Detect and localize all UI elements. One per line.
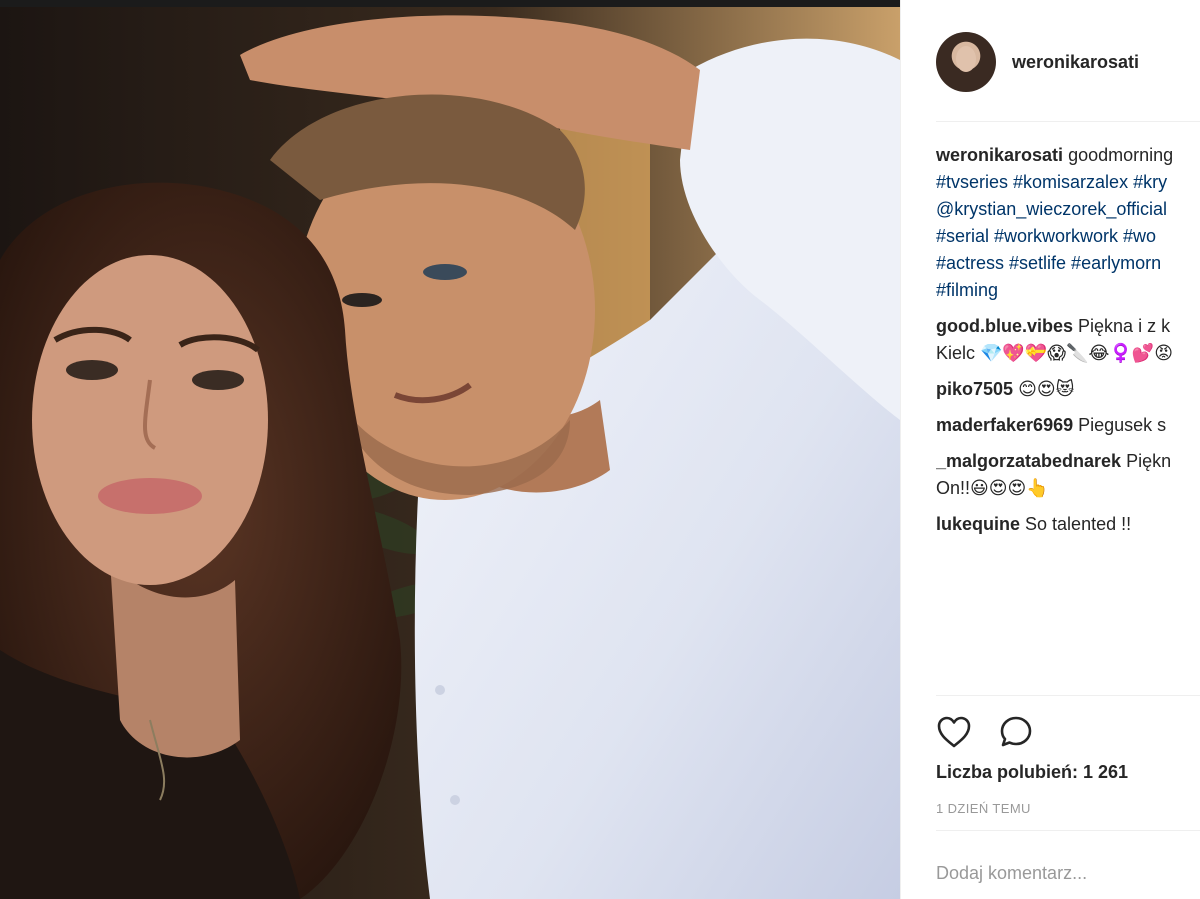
comment-item: lukequine So talented !!: [936, 511, 1200, 538]
caption-text: goodmorning: [1068, 145, 1174, 165]
comment-author-link[interactable]: good.blue.vibes: [936, 316, 1073, 336]
heart-icon: [937, 716, 971, 748]
post-side-panel: weronikarosati weronikarosati goodmornin…: [900, 0, 1200, 899]
post-actions: [936, 712, 1034, 752]
add-comment-input[interactable]: [936, 855, 1196, 891]
comment-item: maderfaker6969 Piegusek s: [936, 412, 1200, 439]
comment-text: Piękna i z k: [1078, 316, 1171, 336]
post-photo[interactable]: [0, 0, 900, 899]
post-timestamp: 1 DZIEŃ TEMU: [936, 801, 1031, 816]
comment-text: Piękn: [1126, 451, 1172, 471]
comment-text: Piegusek s: [1078, 415, 1167, 435]
caption: weronikarosati goodmorning #tvseries #ko…: [936, 142, 1200, 304]
caption-hashtags-line[interactable]: #tvseries #komisarzalex #kry: [936, 169, 1200, 196]
comment-item: piko7505 😊😍😻: [936, 376, 1200, 403]
avatar-face: [956, 46, 976, 72]
comment-item: good.blue.vibes Piękna i z k Kielc 💎💖💝😱🔪…: [936, 313, 1200, 367]
comment-text: So talented !!: [1025, 514, 1132, 534]
actions-divider: [936, 695, 1200, 696]
comment-text-continued: Kielc 💎💖💝😱🔪😂♀️💕😡: [936, 343, 1174, 363]
comment-text-continued: On!!😃😍😍👆: [936, 478, 1049, 498]
comments-list: weronikarosati goodmorning #tvseries #ko…: [936, 142, 1200, 542]
comment-author-link[interactable]: lukequine: [936, 514, 1020, 534]
comment-author-link[interactable]: maderfaker6969: [936, 415, 1073, 435]
like-button[interactable]: [936, 714, 972, 750]
comment-text: 😊😍😻: [1018, 379, 1075, 399]
comment-button[interactable]: [998, 714, 1034, 750]
header-divider: [936, 121, 1200, 122]
likes-count[interactable]: Liczba polubień: 1 261: [936, 762, 1128, 783]
comment-box-divider: [936, 830, 1200, 831]
comment-author-link[interactable]: piko7505: [936, 379, 1013, 399]
avatar[interactable]: [936, 32, 996, 92]
post-header: weronikarosati: [936, 31, 1139, 93]
caption-hashtags-line[interactable]: #actress #setlife #earlymorn: [936, 250, 1200, 277]
caption-mention-link[interactable]: @krystian_wieczorek_official: [936, 196, 1200, 223]
caption-hashtags-line[interactable]: #serial #workworkwork #wo: [936, 223, 1200, 250]
speech-bubble-icon: [1000, 716, 1032, 747]
comment-author-link[interactable]: _malgorzatabednarek: [936, 451, 1121, 471]
username-link[interactable]: weronikarosati: [1012, 52, 1139, 73]
comment-item: _malgorzatabednarek Piękn On!!😃😍😍👆: [936, 448, 1200, 502]
caption-author-link[interactable]: weronikarosati: [936, 145, 1063, 165]
selfie-illustration: [0, 7, 900, 899]
caption-hashtags-line[interactable]: #filming: [936, 277, 1200, 304]
